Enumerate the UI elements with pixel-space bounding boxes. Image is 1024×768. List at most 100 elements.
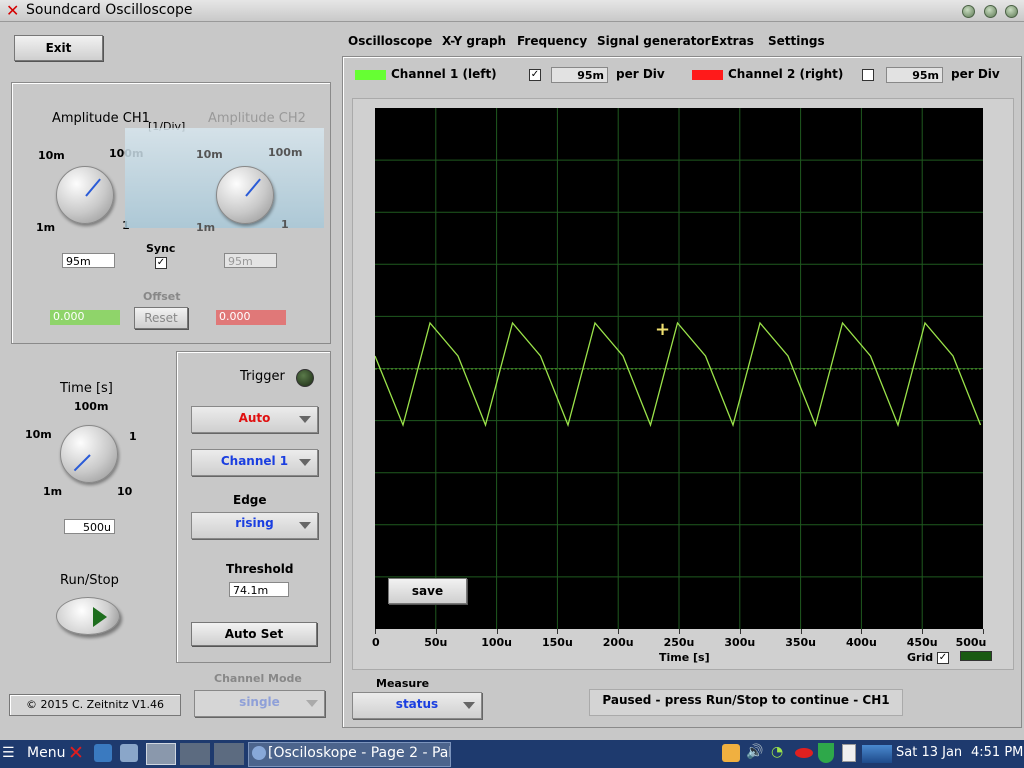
x-tick-label: 500u xyxy=(955,636,987,649)
chevron-down-icon xyxy=(306,700,318,707)
chevron-down-icon xyxy=(299,459,311,466)
ch2-color-swatch xyxy=(692,70,723,80)
firefox-icon[interactable] xyxy=(722,744,740,762)
tab-signal-generator[interactable]: Signal generator xyxy=(597,34,711,48)
x-tick-label: 250u xyxy=(663,636,695,649)
ch1-amplitude-field[interactable]: 95m xyxy=(62,253,115,268)
scope-trace-svg xyxy=(375,108,983,629)
record-icon[interactable] xyxy=(795,748,813,758)
x-tick-label: 300u xyxy=(724,636,756,649)
runstop-button[interactable] xyxy=(56,597,120,635)
browser-icon[interactable] xyxy=(94,744,112,762)
grid-color-swatch[interactable] xyxy=(960,651,992,661)
time-tick-1m: 1m xyxy=(43,485,63,498)
exit-button[interactable]: Exit xyxy=(14,35,103,61)
sync-label: Sync xyxy=(146,242,176,255)
x-tick-label: 350u xyxy=(785,636,816,649)
ch2-amplitude-field[interactable]: 95m xyxy=(224,253,277,268)
save-button[interactable]: save xyxy=(388,578,467,604)
trigger-panel xyxy=(176,351,331,663)
crosshair-cursor-icon: + xyxy=(655,319,671,340)
time-tick-100m: 100m xyxy=(74,400,109,413)
time-tick-1: 1 xyxy=(129,430,137,443)
ch2-tick-10m: 10m xyxy=(196,148,223,161)
time-tick-10: 10 xyxy=(117,485,133,498)
trigger-mode-dropdown[interactable]: Auto xyxy=(191,406,318,433)
measure-dropdown[interactable]: status xyxy=(352,692,482,719)
time-knob[interactable] xyxy=(60,425,118,483)
ch2-label: Channel 2 (right) xyxy=(728,67,844,81)
x-tick-mark xyxy=(375,629,376,634)
threshold-field[interactable]: 74.1m xyxy=(229,582,289,597)
maximize-icon[interactable] xyxy=(984,5,997,18)
x-tick-mark xyxy=(922,629,924,634)
x-tick-label: 100u xyxy=(481,636,512,649)
workspace-3[interactable] xyxy=(214,743,244,765)
x-tick-label: 200u xyxy=(602,636,634,649)
cpu-graph-icon xyxy=(862,745,892,763)
measure-label: Measure xyxy=(376,677,430,690)
ch1-trace xyxy=(375,321,982,428)
title-bar: ✕ Soundcard Oscilloscope xyxy=(0,0,1024,22)
trigger-led-icon xyxy=(296,369,314,387)
amplitude-ch2-knob[interactable] xyxy=(216,166,274,224)
x-tick-label: 400u xyxy=(845,636,877,649)
clock-time: 4:51 PM xyxy=(971,745,1024,760)
trigger-label: Trigger xyxy=(240,369,285,384)
ch2-checkbox[interactable] xyxy=(862,69,874,81)
x-tick-mark xyxy=(983,629,984,634)
amplitude-ch1-knob[interactable] xyxy=(56,166,114,224)
ch2-tick-100m: 100m xyxy=(268,146,303,159)
channel-mode-dropdown[interactable]: single xyxy=(194,690,325,717)
x-tick-label: 450u xyxy=(906,636,938,649)
tab-extras[interactable]: Extras xyxy=(711,34,754,48)
trigger-mode-value: Auto xyxy=(238,411,271,425)
grid-checkbox[interactable]: ✓ xyxy=(937,652,949,664)
ch1-checkbox[interactable]: ✓ xyxy=(529,69,541,81)
ch1-label: Channel 1 (left) xyxy=(391,67,497,81)
sync-checkbox[interactable]: ✓ xyxy=(155,257,167,269)
trigger-edge-value: rising xyxy=(235,516,274,530)
desktop-icon[interactable] xyxy=(120,744,138,762)
workspace-2[interactable] xyxy=(180,743,210,765)
ch2-perdiv-label: per Div xyxy=(951,67,1000,81)
time-field[interactable]: 500u xyxy=(64,519,115,534)
copyright-label: © 2015 C. Zeitnitz V1.46 xyxy=(9,694,181,716)
ch1-tick-10m: 10m xyxy=(38,149,65,162)
x-tick-mark xyxy=(861,629,863,634)
time-title: Time [s] xyxy=(60,381,113,396)
reset-button[interactable]: Reset xyxy=(134,307,188,329)
tab-frequency[interactable]: Frequency xyxy=(517,34,587,48)
auto-set-button[interactable]: Auto Set xyxy=(191,622,317,646)
trigger-channel-dropdown[interactable]: Channel 1 xyxy=(191,449,318,476)
ch1-color-swatch xyxy=(355,70,386,80)
clipboard-icon[interactable] xyxy=(842,744,856,762)
menu-button[interactable]: Menu xyxy=(27,745,65,761)
channel-mode-label: Channel Mode xyxy=(214,672,302,685)
menu-icon[interactable]: ☰ xyxy=(2,745,24,763)
offset-ch1-field[interactable]: 0.000 xyxy=(50,310,120,325)
trigger-edge-dropdown[interactable]: rising xyxy=(191,512,318,539)
shield-icon[interactable] xyxy=(818,743,834,763)
tab-xy-graph[interactable]: X-Y graph xyxy=(442,34,506,48)
x-tick-mark xyxy=(739,629,741,634)
x-tick-mark xyxy=(435,629,437,634)
play-icon xyxy=(93,607,107,627)
minimize-icon[interactable] xyxy=(962,5,975,18)
workspace-1[interactable] xyxy=(146,743,176,765)
chevron-down-icon xyxy=(299,522,311,529)
wifi-icon[interactable]: ◔ xyxy=(771,744,783,760)
tab-settings[interactable]: Settings xyxy=(768,34,825,48)
tab-oscilloscope[interactable]: Oscilloscope xyxy=(348,34,432,48)
close-icon[interactable] xyxy=(1005,5,1018,18)
offset-ch2-field[interactable]: 0.000 xyxy=(216,310,286,325)
measure-value: status xyxy=(395,697,439,711)
volume-icon[interactable]: 🔊 xyxy=(746,744,763,760)
ch2-perdiv-field[interactable]: 95m xyxy=(886,67,943,83)
x-tick-mark xyxy=(800,629,802,634)
x-tick-mark xyxy=(496,629,498,634)
ch1-perdiv-field[interactable]: 95m xyxy=(551,67,608,83)
app-launcher-icon[interactable]: ✕ xyxy=(68,742,84,764)
task-window-title: [Osciloskope - Page 2 - Pale xyxy=(268,745,450,761)
scope-screen[interactable]: + xyxy=(375,108,983,629)
